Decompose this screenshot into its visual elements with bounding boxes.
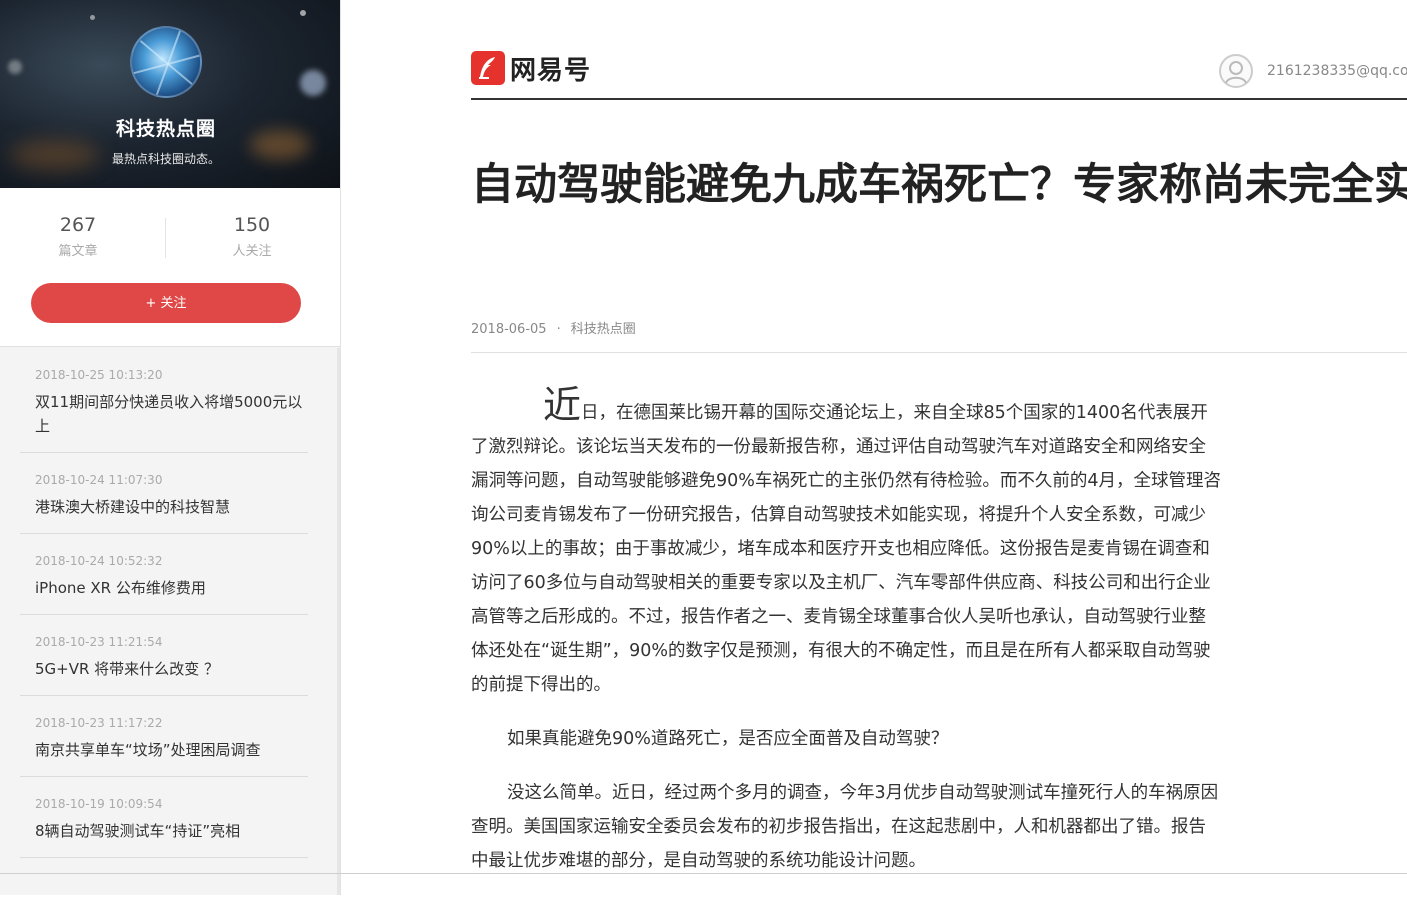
channel-name[interactable]: 科技热点圈 <box>0 114 332 141</box>
user-email[interactable]: 2161238335@qq.com <box>1267 63 1407 79</box>
site-logo[interactable]: 网易号 <box>471 50 591 86</box>
window-bottom-edge <box>0 873 1407 874</box>
feed-item-title[interactable]: 双11期间部分快递员收入将增5000元以上 <box>35 390 308 438</box>
user-avatar-icon[interactable] <box>1219 54 1253 88</box>
feed-scrollbar[interactable] <box>337 348 340 895</box>
dropcap: 近 <box>543 383 582 427</box>
feed-item-title[interactable]: 8辆自动驾驶测试车“持证”亮相 <box>35 819 308 843</box>
quill-logo-icon <box>471 51 505 85</box>
stat-followers-count: 150 <box>233 214 271 236</box>
article-title: 自动驾驶能避免九成车祸死亡？专家称尚未完全实现 <box>471 160 1407 210</box>
paragraph-text: 日，在德国莱比锡开幕的国际交通论坛上，来自全球85个国家的1400名代表展开了激… <box>471 403 1222 695</box>
feed-item-title[interactable]: 5G+VR 将带来什么改变 ？ <box>35 657 308 681</box>
feed-item-time: 2018-10-24 11:07:30 <box>35 473 163 487</box>
feed-item-title[interactable]: 南京共享单车“坟场”处理困局调查 <box>35 738 308 762</box>
stats-divider <box>165 218 166 258</box>
article-body: 近日，在德国莱比锡开幕的国际交通论坛上，来自全球85个国家的1400名代表展开了… <box>471 386 1223 898</box>
feed-item-title[interactable]: iPhone XR 公布维修费用 <box>35 576 308 600</box>
channel-stats: 267 篇文章 150 人关注 + 关注 <box>0 188 340 347</box>
channel-banner: 科技热点圈 最热点科技圈动态。 <box>0 0 340 188</box>
feed-item[interactable]: 2018-10-23 11:17:22 南京共享单车“坟场”处理困局调查 <box>20 696 308 777</box>
feed-item[interactable]: 2018-10-24 11:07:30 港珠澳大桥建设中的科技智慧 <box>20 453 308 534</box>
feed-item[interactable]: 2018-10-25 10:13:20 双11期间部分快递员收入将增5000元以… <box>20 348 308 453</box>
meta-separator: · <box>556 322 561 337</box>
feed-item-title[interactable]: 港珠澳大桥建设中的科技智慧 <box>35 495 308 519</box>
stat-followers: 150 人关注 <box>192 214 312 259</box>
channel-avatar[interactable] <box>130 26 202 98</box>
article-paragraph: 没这么简单。近日，经过两个多月的调查，今年3月优步自动驾驶测试车撞死行人的车祸原… <box>471 783 1219 871</box>
user-menu[interactable]: 2161238335@qq.com <box>1219 54 1407 88</box>
logo-text: 网易号 <box>510 55 592 86</box>
feed-item-time: 2018-10-25 10:13:20 <box>35 368 163 382</box>
sidebar: 科技热点圈 最热点科技圈动态。 267 篇文章 150 人关注 + 关注 201… <box>0 0 341 895</box>
article-feed: 2018-10-25 10:13:20 双11期间部分快递员收入将增5000元以… <box>0 348 340 858</box>
feed-item-time: 2018-10-23 11:17:22 <box>35 716 163 730</box>
feed-item-time: 2018-10-24 10:52:32 <box>35 554 163 568</box>
feed-item[interactable]: 2018-10-19 10:09:54 8辆自动驾驶测试车“持证”亮相 <box>20 777 308 858</box>
feed-item-time: 2018-10-19 10:09:54 <box>35 797 163 811</box>
channel-description: 最热点科技圈动态。 <box>111 152 220 166</box>
article-paragraph: 如果真能避免90%道路死亡，是否应全面普及自动驾驶？ <box>507 729 949 749</box>
top-bar: 网易号 2161238335@qq.com <box>471 40 1407 100</box>
stat-articles: 267 篇文章 <box>18 214 138 259</box>
article-source[interactable]: 科技热点圈 <box>571 322 636 337</box>
feed-item[interactable]: 2018-10-24 10:52:32 iPhone XR 公布维修费用 <box>20 534 308 615</box>
article-paragraph: 近日，在德国莱比锡开幕的国际交通论坛上，来自全球85个国家的1400名代表展开了… <box>471 386 1223 702</box>
meta-divider <box>471 352 1407 353</box>
follow-button[interactable]: + 关注 <box>31 283 301 323</box>
stat-followers-label: 人关注 <box>232 244 272 259</box>
article-meta: 2018-06-05 · 科技热点圈 <box>471 318 636 337</box>
stat-articles-label: 篇文章 <box>58 244 98 259</box>
feed-item[interactable]: 2018-10-23 11:21:54 5G+VR 将带来什么改变 ？ <box>20 615 308 696</box>
feed-item-time: 2018-10-23 11:21:54 <box>35 635 163 649</box>
article-date: 2018-06-05 <box>471 322 547 337</box>
stat-articles-count: 267 <box>59 214 97 236</box>
